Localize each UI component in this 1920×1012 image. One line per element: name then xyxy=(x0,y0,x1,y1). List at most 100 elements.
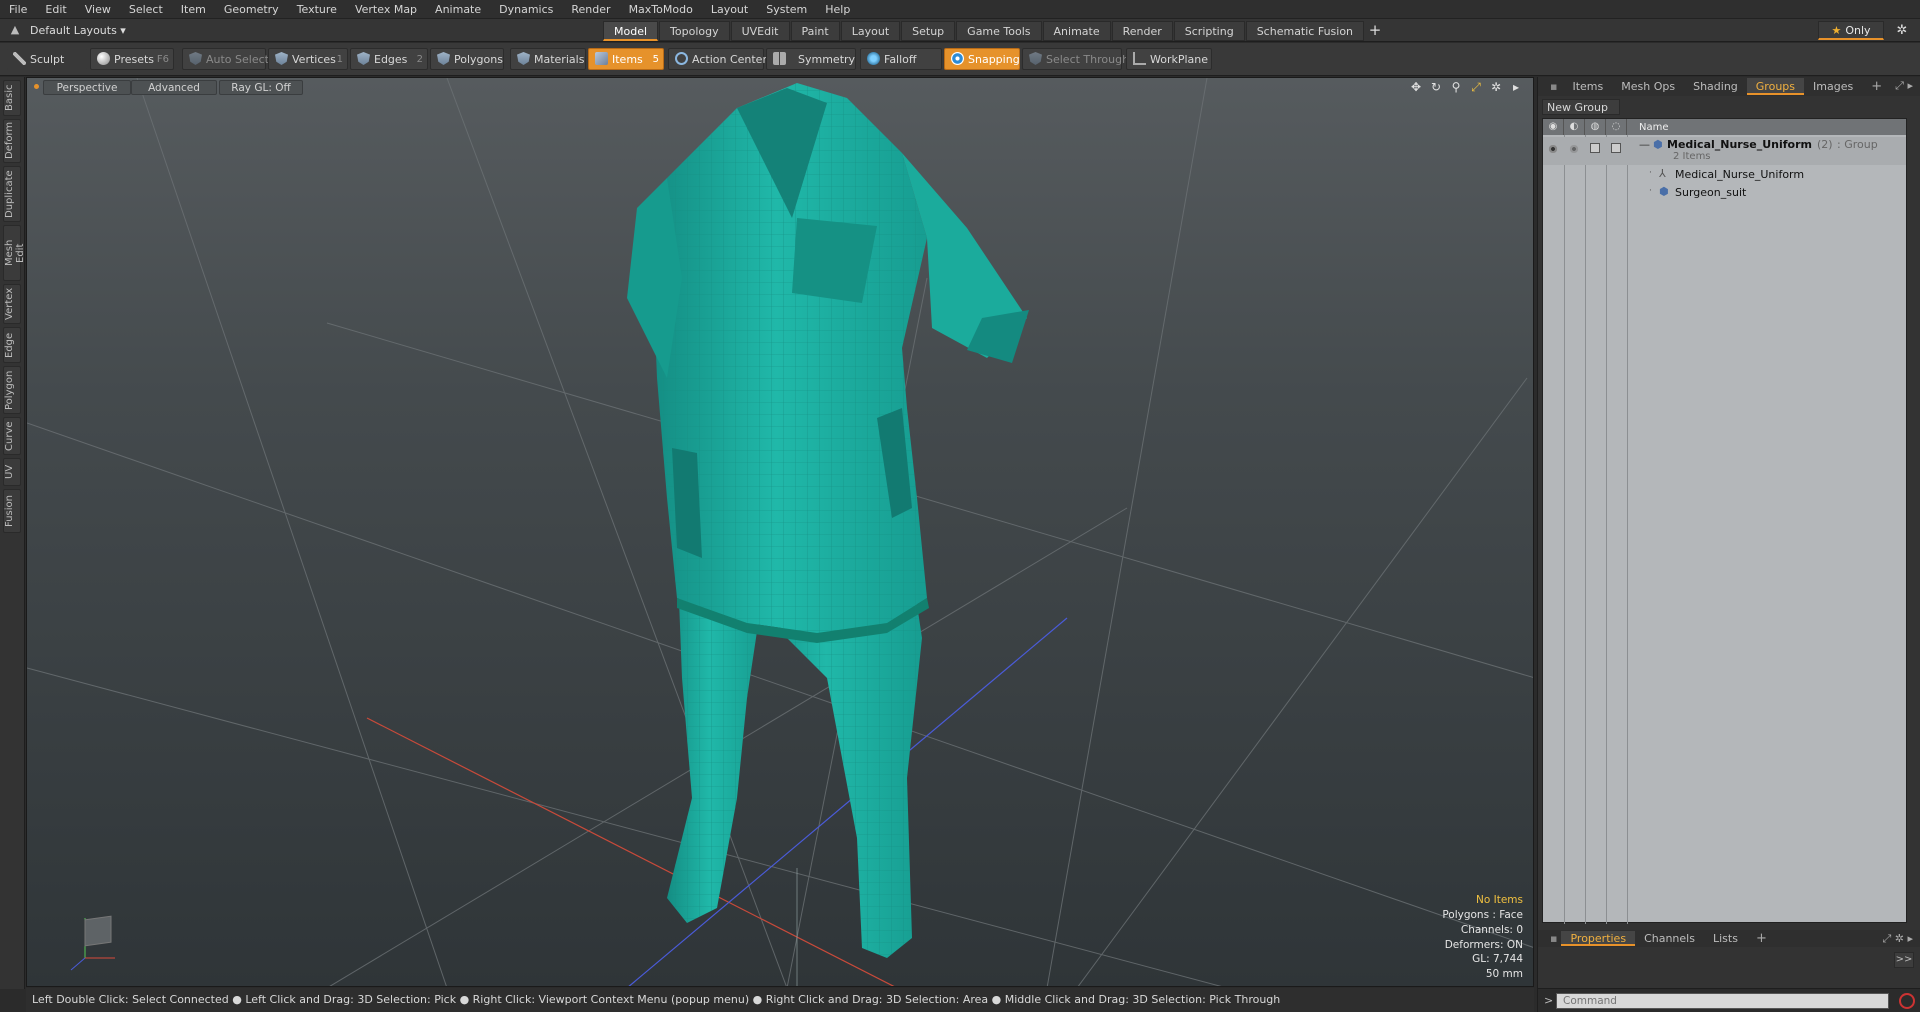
falloff-button[interactable]: Falloff xyxy=(860,48,942,70)
add-properties-tab-button[interactable]: + xyxy=(1747,931,1776,946)
tab-render[interactable]: Render xyxy=(1111,21,1173,41)
tab-topology[interactable]: Topology xyxy=(659,21,730,41)
select-column-icon[interactable]: ◌ xyxy=(1606,119,1627,135)
sculpt-button[interactable]: Sculpt xyxy=(6,48,88,70)
command-input[interactable] xyxy=(1556,993,1889,1009)
tab-images[interactable]: Images xyxy=(1804,78,1862,95)
group-row[interactable]: — ⬢ Medical_Nurse_Uniform (2) : Group 2 … xyxy=(1543,137,1906,165)
expand-panel-icon[interactable]: ⤢ ▸ xyxy=(1895,79,1913,93)
menu-help[interactable]: Help xyxy=(816,0,859,19)
menu-render[interactable]: Render xyxy=(562,0,619,19)
3d-viewport[interactable]: Perspective Advanced Ray GL: Off ✥ ↻ ⚲ ⤢… xyxy=(26,77,1534,987)
only-button[interactable]: ★ Only xyxy=(1818,21,1884,40)
workplane-button[interactable]: WorkPlane xyxy=(1126,48,1212,70)
select-toggle-box[interactable] xyxy=(1611,143,1621,153)
vtab-fusion[interactable]: Fusion xyxy=(3,489,21,533)
tab-mesh-ops[interactable]: Mesh Ops xyxy=(1612,78,1684,95)
menu-texture[interactable]: Texture xyxy=(288,0,346,19)
vtab-mesh-edit[interactable]: Mesh Edit xyxy=(3,225,26,281)
action-center-button[interactable]: Action Center xyxy=(668,48,767,70)
properties-expand-icon[interactable]: ⤢ ✲ ▸ xyxy=(1882,932,1913,946)
menu-view[interactable]: View xyxy=(76,0,120,19)
name-column-header[interactable]: Name xyxy=(1627,122,1669,133)
new-group-button[interactable]: New Group xyxy=(1542,99,1620,115)
materials-button[interactable]: Materials xyxy=(510,48,586,70)
menu-layout[interactable]: Layout xyxy=(702,0,757,19)
tab-paint[interactable]: Paint xyxy=(790,21,840,41)
tab-channels[interactable]: Channels xyxy=(1635,931,1704,946)
perspective-button[interactable]: Perspective xyxy=(43,80,131,95)
vtab-basic[interactable]: Basic xyxy=(3,80,21,116)
tab-items[interactable]: Items xyxy=(1563,78,1612,95)
tab-uvedit[interactable]: UVEdit xyxy=(730,21,790,41)
vertices-button[interactable]: Vertices 1 xyxy=(268,48,348,70)
layouts-dropdown[interactable]: Default Layouts ▾ xyxy=(30,19,126,42)
vtab-edge[interactable]: Edge xyxy=(3,327,21,363)
vtab-polygon[interactable]: Polygon xyxy=(3,366,21,414)
gear-icon[interactable]: ✲ xyxy=(1892,21,1912,40)
tab-model[interactable]: Model xyxy=(603,21,659,41)
tab-shading[interactable]: Shading xyxy=(1684,78,1747,95)
menu-vertex-map[interactable]: Vertex Map xyxy=(346,0,426,19)
menu-geometry[interactable]: Geometry xyxy=(215,0,288,19)
zoom-view-icon[interactable]: ⚲ xyxy=(1449,80,1463,95)
menu-dynamics[interactable]: Dynamics xyxy=(490,0,562,19)
presets-button[interactable]: Presets F6 xyxy=(90,48,174,70)
vtab-vertex[interactable]: Vertex xyxy=(3,284,21,324)
viewport-menu-dot[interactable] xyxy=(34,84,39,89)
nurse-uniform-model[interactable] xyxy=(627,83,1029,958)
expand-arrow-button[interactable]: >> xyxy=(1894,952,1914,968)
vtab-duplicate[interactable]: Duplicate xyxy=(3,166,21,222)
tab-groups[interactable]: Groups xyxy=(1746,78,1805,95)
expand-arrow-icon[interactable]: — xyxy=(1639,138,1650,151)
panel-menu-icon[interactable]: ▪ xyxy=(1544,78,1563,95)
visibility-column-icon[interactable]: ◉ xyxy=(1543,119,1564,135)
menu-maxtomodo[interactable]: MaxToModo xyxy=(620,0,702,19)
select-through-button[interactable]: Select Through xyxy=(1022,48,1129,70)
rotate-view-icon[interactable]: ↻ xyxy=(1429,80,1443,95)
layout-switch-icon[interactable]: ▲ xyxy=(8,23,22,37)
visibility-eye-icon[interactable] xyxy=(1547,145,1559,153)
tab-setup[interactable]: Setup xyxy=(901,21,956,41)
render-toggle-icon[interactable] xyxy=(1568,145,1580,153)
x-axis-line xyxy=(366,717,895,986)
lock-column-icon[interactable]: ◍ xyxy=(1585,119,1606,135)
lock-toggle-box[interactable] xyxy=(1590,143,1600,153)
symmetry-button[interactable]: Symmetry xyxy=(766,48,856,70)
fit-view-icon[interactable]: ⤢ xyxy=(1469,80,1483,95)
move-view-icon[interactable]: ✥ xyxy=(1409,80,1423,95)
edges-button[interactable]: Edges 2 xyxy=(350,48,428,70)
add-panel-tab-button[interactable]: + xyxy=(1862,78,1891,95)
tab-lists[interactable]: Lists xyxy=(1704,931,1747,946)
group-count: (2) xyxy=(1817,138,1833,151)
stop-icon[interactable] xyxy=(1899,993,1915,1009)
add-tab-button[interactable]: + xyxy=(1365,21,1385,41)
menu-select[interactable]: Select xyxy=(120,0,172,19)
tab-game-tools[interactable]: Game Tools xyxy=(956,21,1042,41)
snapping-button[interactable]: Snapping xyxy=(944,48,1020,70)
tab-scripting[interactable]: Scripting xyxy=(1173,21,1245,41)
menu-edit[interactable]: Edit xyxy=(36,0,75,19)
advanced-button[interactable]: Advanced xyxy=(131,80,217,95)
properties-menu-icon[interactable]: ▪ xyxy=(1546,931,1561,946)
vtab-curve[interactable]: Curve xyxy=(3,417,21,455)
vtab-uv[interactable]: UV xyxy=(3,458,21,486)
tab-animate[interactable]: Animate xyxy=(1042,21,1111,41)
menu-file[interactable]: File xyxy=(0,0,36,19)
menu-item[interactable]: Item xyxy=(172,0,215,19)
viewport-expand-icon[interactable]: ▸ xyxy=(1509,80,1523,95)
vtab-deform[interactable]: Deform xyxy=(3,119,21,163)
menu-system[interactable]: System xyxy=(757,0,816,19)
list-item[interactable]: · ⬢ Surgeon_suit xyxy=(1543,185,1906,202)
ray-gl-button[interactable]: Ray GL: Off xyxy=(219,80,303,95)
list-item[interactable]: · ⅄ Medical_Nurse_Uniform xyxy=(1543,167,1906,184)
menu-animate[interactable]: Animate xyxy=(426,0,490,19)
render-column-icon[interactable]: ◐ xyxy=(1564,119,1585,135)
polygons-button[interactable]: Polygons xyxy=(430,48,504,70)
tab-schematic-fusion[interactable]: Schematic Fusion xyxy=(1245,21,1365,41)
items-button[interactable]: Items 5 xyxy=(588,48,664,70)
tab-layout[interactable]: Layout xyxy=(840,21,901,41)
auto-select-button[interactable]: Auto Select xyxy=(182,48,269,70)
tab-properties[interactable]: Properties xyxy=(1561,931,1636,946)
viewport-settings-icon[interactable]: ✲ xyxy=(1489,80,1503,95)
